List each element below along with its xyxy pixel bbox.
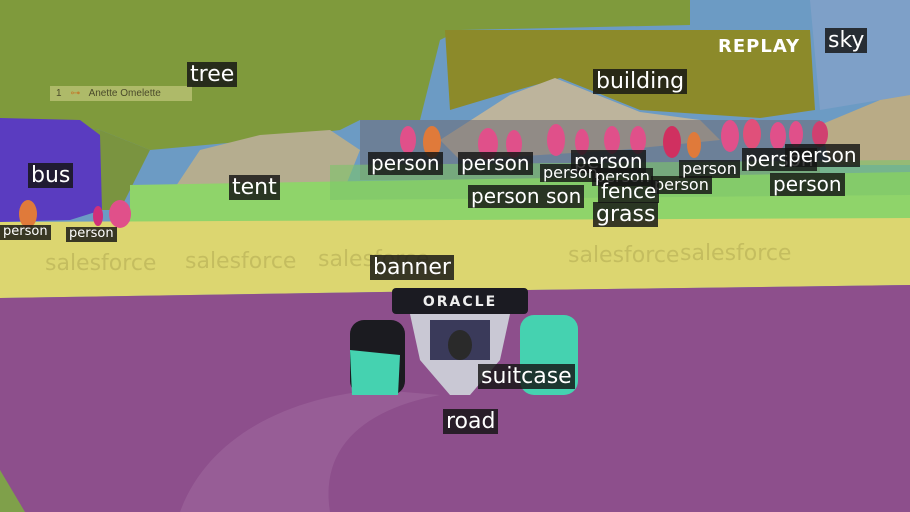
label-bus: bus <box>28 163 74 189</box>
banner-logo: salesforce <box>45 251 156 276</box>
label-tree: tree <box>187 62 238 88</box>
scene: ORACLE salesforce salesforce salesforce … <box>0 0 910 512</box>
banner-logo: salesforce <box>680 241 791 266</box>
label-person: person <box>651 175 712 195</box>
label-suitcase: suitcase <box>478 364 575 390</box>
tower-driver-name: Anette Omelette <box>88 88 161 99</box>
label-person: person <box>368 152 443 175</box>
banner-logo: salesforce <box>568 243 679 268</box>
replay-overlay: REPLAY <box>718 36 801 57</box>
label-building: building <box>593 69 688 95</box>
label-person: person <box>0 224 51 240</box>
label-person: person <box>785 144 860 167</box>
label-road: road <box>443 409 499 435</box>
label-person: person <box>770 173 845 196</box>
tower-position: 1 <box>56 88 62 99</box>
label-person-partial: son <box>543 185 585 208</box>
label-person: person <box>458 152 533 175</box>
label-fence: fence <box>598 180 660 203</box>
label-sky: sky <box>825 28 868 54</box>
label-person: person <box>66 226 117 242</box>
tree-region <box>810 0 910 110</box>
label-banner: banner <box>370 255 454 281</box>
label-grass: grass <box>593 202 659 228</box>
timing-tower-row: 1 ⊶ Anette Omelette <box>50 86 192 101</box>
tower-team-icon: ⊶ <box>70 88 81 99</box>
car-sponsor-text: ORACLE <box>423 294 497 310</box>
label-person: person <box>679 159 740 179</box>
banner-logo: salesforce <box>185 249 296 274</box>
label-tent: tent <box>229 175 280 201</box>
label-person: person <box>468 185 543 208</box>
